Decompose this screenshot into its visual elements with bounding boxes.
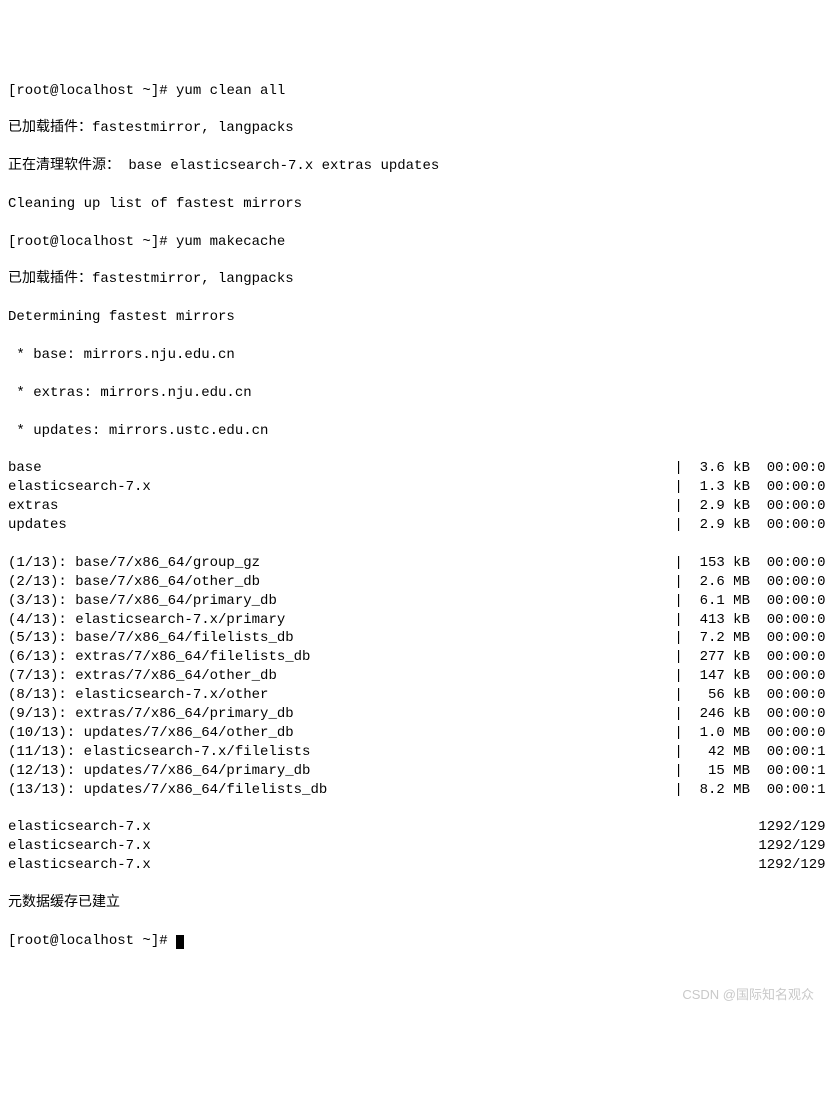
- download-stats: | 1.0 MB 00:00:02: [674, 724, 826, 743]
- download-stats: | 2.6 MB 00:00:01: [674, 573, 826, 592]
- summary-count: 1292/1292: [758, 856, 826, 875]
- summary-name: elasticsearch-7.x: [8, 818, 151, 837]
- download-name: (4/13): elasticsearch-7.x/primary: [8, 611, 285, 630]
- summary-row: elasticsearch-7.x 1292/1292: [8, 837, 826, 856]
- summary-name: elasticsearch-7.x: [8, 856, 151, 875]
- download-stats: | 246 kB 00:00:00: [674, 705, 826, 724]
- download-stats: | 6.1 MB 00:00:01: [674, 592, 826, 611]
- output-plugins-2: 已加载插件：fastestmirror, langpacks: [8, 270, 826, 289]
- cursor-icon: [176, 935, 184, 949]
- download-name: (1/13): base/7/x86_64/group_gz: [8, 554, 260, 573]
- output-cache-built: 元数据缓存已建立: [8, 894, 826, 913]
- output-plugins: 已加载插件：fastestmirror, langpacks: [8, 119, 826, 138]
- repo-name: elasticsearch-7.x: [8, 478, 151, 497]
- summary-name: elasticsearch-7.x: [8, 837, 151, 856]
- download-name: (12/13): updates/7/x86_64/primary_db: [8, 762, 310, 781]
- prompt-line-3[interactable]: [root@localhost ~]#: [8, 932, 826, 951]
- repo-name: extras: [8, 497, 58, 516]
- download-stats: | 277 kB 00:00:00: [674, 648, 826, 667]
- download-name: (13/13): updates/7/x86_64/filelists_db: [8, 781, 327, 800]
- download-name: (9/13): extras/7/x86_64/primary_db: [8, 705, 294, 724]
- download-stats: | 7.2 MB 00:00:03: [674, 629, 826, 648]
- download-stats: | 8.2 MB 00:00:14: [674, 781, 826, 800]
- download-stats: | 15 MB 00:00:13: [674, 762, 826, 781]
- repo-row: elasticsearch-7.x | 1.3 kB 00:00:00: [8, 478, 826, 497]
- download-row: (2/13): base/7/x86_64/other_db | 2.6 MB 0…: [8, 573, 826, 592]
- download-row: (3/13): base/7/x86_64/primary_db | 6.1 MB…: [8, 592, 826, 611]
- download-row: (13/13): updates/7/x86_64/filelists_db | …: [8, 781, 826, 800]
- download-row: (7/13): extras/7/x86_64/other_db | 147 kB…: [8, 667, 826, 686]
- command-2: yum makecache: [176, 234, 285, 250]
- download-stats: | 413 kB 00:00:03: [674, 611, 826, 630]
- repo-name: updates: [8, 516, 67, 535]
- repo-stats: | 2.9 kB 00:00:00: [674, 516, 826, 535]
- download-name: (6/13): extras/7/x86_64/filelists_db: [8, 648, 310, 667]
- output-determining: Determining fastest mirrors: [8, 308, 826, 327]
- summary-row: elasticsearch-7.x 1292/1292: [8, 856, 826, 875]
- download-row: (9/13): extras/7/x86_64/primary_db | 246 …: [8, 705, 826, 724]
- summary-row: elasticsearch-7.x 1292/1292: [8, 818, 826, 837]
- repo-row: base | 3.6 kB 00:00:00: [8, 459, 826, 478]
- download-row: (4/13): elasticsearch-7.x/primary | 413 k…: [8, 611, 826, 630]
- watermark: CSDN @国际知名观众: [682, 986, 814, 1004]
- download-name: (2/13): base/7/x86_64/other_db: [8, 573, 260, 592]
- download-row: (10/13): updates/7/x86_64/other_db | 1.0 …: [8, 724, 826, 743]
- download-row: (5/13): base/7/x86_64/filelists_db | 7.2 …: [8, 629, 826, 648]
- summary-count: 1292/1292: [758, 837, 826, 856]
- terminal-output: { "prompt1": "[root@localhost ~]# ", "cm…: [8, 25, 826, 1007]
- output-clean-mirrors: Cleaning up list of fastest mirrors: [8, 195, 826, 214]
- prompt-line-2[interactable]: [root@localhost ~]# yum makecache: [8, 233, 826, 252]
- download-row: (6/13): extras/7/x86_64/filelists_db | 27…: [8, 648, 826, 667]
- download-name: (11/13): elasticsearch-7.x/filelists: [8, 743, 310, 762]
- download-row: (8/13): elasticsearch-7.x/other | 56 kB 0…: [8, 686, 826, 705]
- command-1: yum clean all: [176, 83, 285, 99]
- repo-row: extras | 2.9 kB 00:00:00: [8, 497, 826, 516]
- repo-name: base: [8, 459, 42, 478]
- output-clean-repos: 正在清理软件源： base elasticsearch-7.x extras u…: [8, 157, 826, 176]
- prompt-line-1[interactable]: [root@localhost ~]# yum clean all: [8, 82, 826, 101]
- download-name: (8/13): elasticsearch-7.x/other: [8, 686, 268, 705]
- download-stats: | 42 MB 00:00:17: [674, 743, 826, 762]
- download-stats: | 56 kB 00:00:00: [674, 686, 826, 705]
- repo-row: updates | 2.9 kB 00:00:00: [8, 516, 826, 535]
- prompt: [root@localhost ~]#: [8, 234, 176, 250]
- mirror-extras: * extras: mirrors.nju.edu.cn: [8, 384, 826, 403]
- prompt: [root@localhost ~]#: [8, 933, 176, 949]
- repo-stats: | 1.3 kB 00:00:00: [674, 478, 826, 497]
- download-stats: | 147 kB 00:00:00: [674, 667, 826, 686]
- download-name: (7/13): extras/7/x86_64/other_db: [8, 667, 277, 686]
- download-name: (10/13): updates/7/x86_64/other_db: [8, 724, 294, 743]
- repo-stats: | 2.9 kB 00:00:00: [674, 497, 826, 516]
- download-row: (1/13): base/7/x86_64/group_gz | 153 kB 0…: [8, 554, 826, 573]
- repo-stats: | 3.6 kB 00:00:00: [674, 459, 826, 478]
- download-row: (12/13): updates/7/x86_64/primary_db | 15…: [8, 762, 826, 781]
- summary-count: 1292/1292: [758, 818, 826, 837]
- mirror-base: * base: mirrors.nju.edu.cn: [8, 346, 826, 365]
- download-name: (3/13): base/7/x86_64/primary_db: [8, 592, 277, 611]
- download-stats: | 153 kB 00:00:00: [674, 554, 826, 573]
- download-row: (11/13): elasticsearch-7.x/filelists | 42…: [8, 743, 826, 762]
- mirror-updates: * updates: mirrors.ustc.edu.cn: [8, 422, 826, 441]
- download-name: (5/13): base/7/x86_64/filelists_db: [8, 629, 294, 648]
- prompt: [root@localhost ~]#: [8, 83, 176, 99]
